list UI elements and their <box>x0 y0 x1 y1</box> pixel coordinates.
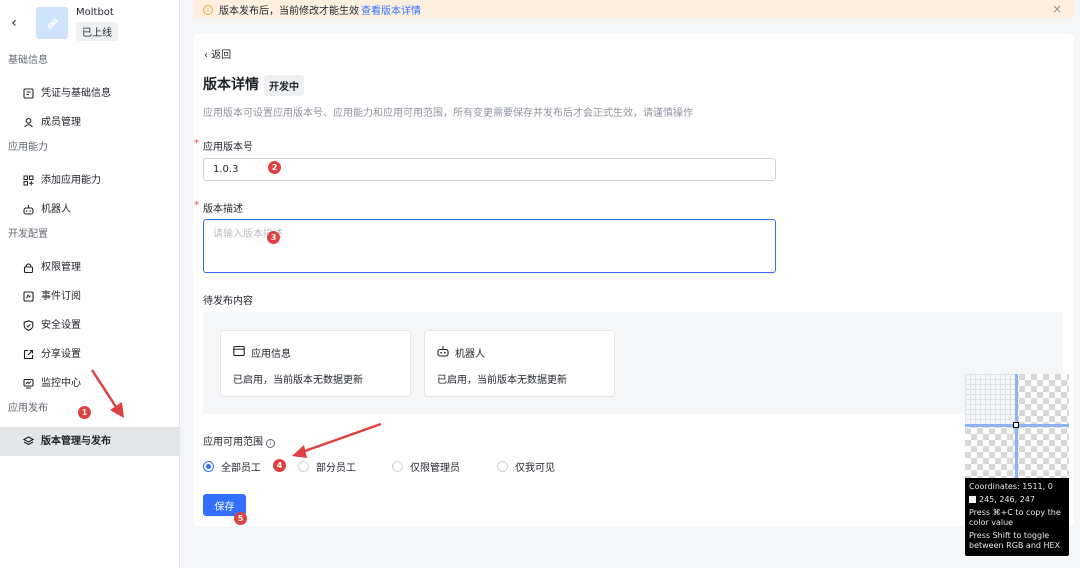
annotation-marker-4: 4 <box>273 459 286 472</box>
picker-color-value: 245, 246, 247 <box>979 495 1035 504</box>
picker-coordinates: Coordinates: 1511, 0 <box>969 482 1053 491</box>
picker-copy-hint: Press ⌘+C to copy the color value <box>969 508 1061 527</box>
picker-center-pixel <box>1013 422 1019 428</box>
picker-toggle-hint: Press Shift to toggle between RGB and HE… <box>969 531 1061 550</box>
annotation-marker-1: 1 <box>78 406 91 419</box>
picker-color-row: 245, 246, 247 <box>969 495 1067 505</box>
annotation-marker-3: 3 <box>267 231 280 244</box>
picker-info: Coordinates: 1511, 0 245, 246, 247 Press… <box>969 482 1067 554</box>
color-swatch-icon <box>969 496 976 503</box>
annotation-marker-2: 2 <box>268 161 281 174</box>
annotation-arrowhead-4 <box>292 445 307 458</box>
annotation-marker-5: 5 <box>234 512 247 525</box>
color-picker-overlay: Coordinates: 1511, 0 245, 246, 247 Press… <box>965 374 1069 556</box>
annotation-arrows <box>90 369 382 458</box>
annotation-arrow-1 <box>90 369 120 411</box>
annotation-arrow-4 <box>301 422 382 454</box>
picker-magnified-area <box>965 374 1015 424</box>
annotation-arrowhead-1 <box>110 402 124 418</box>
